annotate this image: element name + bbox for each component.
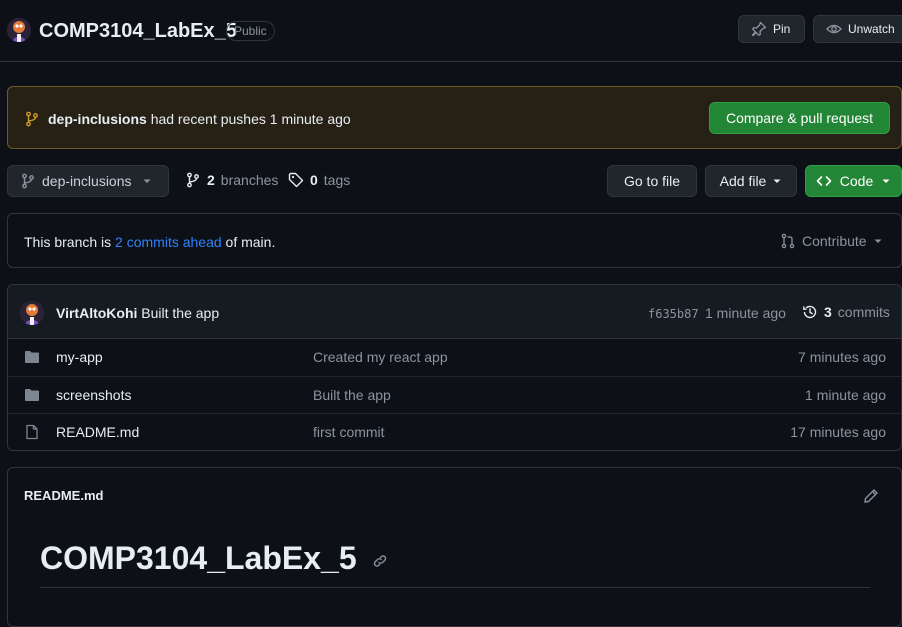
pull-request-icon (780, 233, 796, 249)
readme-heading: COMP3104_LabEx_5 (40, 540, 388, 577)
code-label: Code (839, 173, 874, 189)
unwatch-label: Unwatch (848, 22, 895, 36)
caret-down-icon (873, 236, 883, 246)
branches-link[interactable]: 2 branches (185, 172, 278, 188)
folder-icon (24, 387, 40, 403)
commits-label: commits (837, 304, 890, 320)
file-age: 1 minute ago (805, 387, 886, 403)
file-age: 7 minutes ago (798, 349, 886, 365)
branch-selector[interactable]: dep-inclusions (7, 165, 169, 197)
readme-panel: README.md COMP3104_LabEx_5 (7, 467, 902, 627)
pencil-icon[interactable] (863, 488, 879, 504)
file-commit-message[interactable]: Built the app (313, 387, 391, 403)
push-message-text: had recent pushes 1 minute ago (150, 111, 351, 127)
repo-header: COMP3104_LabEx_5 Public Pin Unwatch (0, 0, 902, 62)
readme-filename[interactable]: README.md (24, 488, 103, 503)
contribute-label: Contribute (802, 233, 867, 249)
code-icon (816, 173, 832, 189)
caret-down-icon (142, 176, 152, 186)
pin-label: Pin (773, 22, 791, 36)
push-branch-name[interactable]: dep-inclusions (48, 111, 147, 127)
commits-count: 3 (824, 304, 832, 320)
caret-down-icon (772, 176, 782, 186)
file-browser: VirtAltoKohi Built the app f635b87 1 min… (7, 284, 902, 451)
tags-count: 0 (310, 172, 318, 188)
anchor-link-icon[interactable] (372, 553, 388, 569)
contribute-dropdown[interactable]: Contribute (780, 233, 883, 249)
commit-author[interactable]: VirtAltoKohi (56, 305, 137, 321)
unwatch-button[interactable]: Unwatch (813, 15, 902, 43)
tags-label: tags (323, 172, 351, 188)
file-list: my-app Created my react app 7 minutes ag… (8, 339, 901, 450)
file-name[interactable]: README.md (56, 424, 139, 440)
branches-count: 2 (207, 172, 215, 188)
file-row[interactable]: my-app Created my react app 7 minutes ag… (8, 339, 901, 376)
recent-push-banner: dep-inclusions had recent pushes 1 minut… (7, 86, 902, 149)
branch-icon (20, 173, 36, 189)
add-file-button[interactable]: Add file (705, 165, 797, 197)
eye-icon (826, 21, 842, 37)
caret-down-icon (881, 176, 891, 186)
visibility-badge: Public (226, 21, 275, 41)
repo-name[interactable]: COMP3104_LabEx_5 (39, 20, 237, 43)
folder-icon (24, 349, 40, 365)
branches-label: branches (220, 172, 279, 188)
branch-icon (185, 172, 201, 188)
tag-icon (288, 172, 304, 188)
file-commit-message[interactable]: first commit (313, 424, 385, 440)
file-row[interactable]: screenshots Built the app 1 minute ago (8, 376, 901, 413)
add-file-label: Add file (719, 173, 767, 189)
current-branch-label: dep-inclusions (42, 173, 132, 189)
ahead-suffix: of main. (225, 234, 276, 250)
file-icon (24, 424, 40, 440)
commit-message[interactable]: Built the app (141, 305, 219, 321)
code-button[interactable]: Code (805, 165, 902, 197)
pin-button[interactable]: Pin (738, 15, 805, 43)
tags-link[interactable]: 0 tags (288, 172, 350, 188)
author-avatar[interactable] (20, 301, 44, 325)
branch-icon (24, 111, 40, 127)
latest-commit-info: VirtAltoKohi Built the app (56, 305, 219, 321)
file-name[interactable]: my-app (56, 349, 103, 365)
commit-age: 1 minute ago (705, 305, 786, 321)
commits-history-link[interactable]: 3 commits (802, 304, 890, 320)
commits-ahead-link[interactable]: 2 commits ahead (115, 234, 222, 250)
readme-heading-text: COMP3104_LabEx_5 (40, 540, 357, 576)
latest-commit-bar: VirtAltoKohi Built the app f635b87 1 min… (8, 285, 901, 339)
file-age: 17 minutes ago (790, 424, 886, 440)
commit-sha[interactable]: f635b87 (648, 307, 699, 321)
ahead-text: This branch is 2 commits ahead of main. (24, 234, 275, 250)
file-row[interactable]: README.md first commit 17 minutes ago (8, 413, 901, 450)
owner-avatar[interactable] (7, 18, 31, 42)
file-commit-message[interactable]: Created my react app (313, 349, 448, 365)
go-to-file-button[interactable]: Go to file (607, 165, 697, 197)
compare-pull-request-button[interactable]: Compare & pull request (709, 102, 890, 134)
history-icon (802, 304, 818, 320)
push-message: dep-inclusions had recent pushes 1 minut… (48, 111, 351, 127)
pin-icon (751, 21, 767, 37)
file-name[interactable]: screenshots (56, 387, 131, 403)
branch-ahead-notice: This branch is 2 commits ahead of main. … (7, 213, 902, 268)
ahead-prefix: This branch is (24, 234, 112, 250)
heading-divider (40, 587, 870, 588)
